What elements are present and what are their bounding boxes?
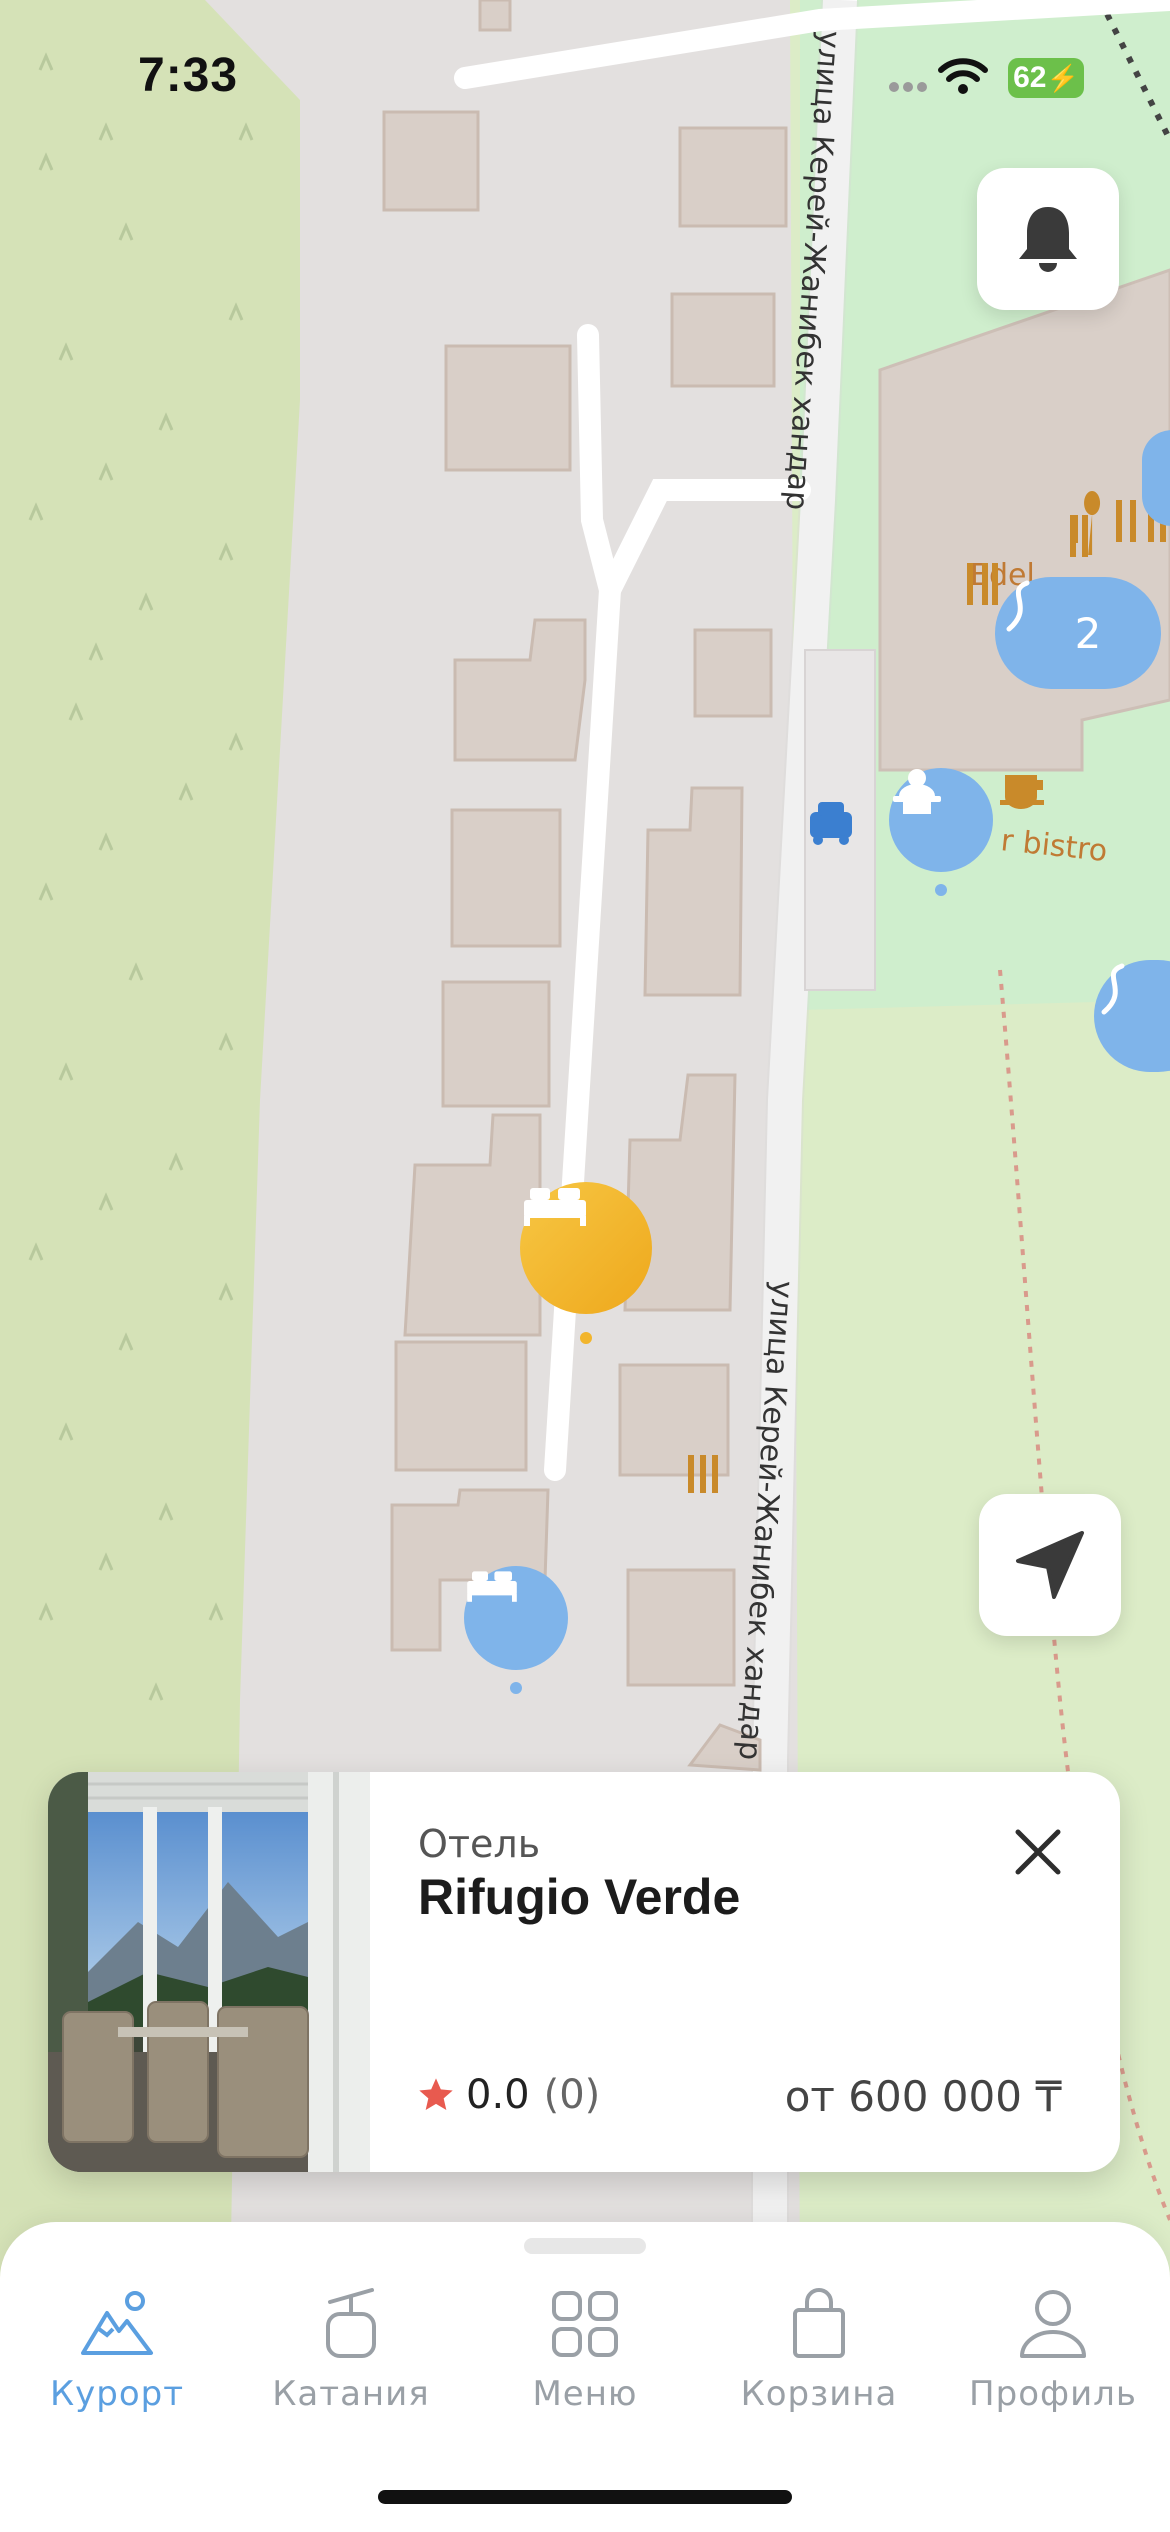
- cable-car-icon: [326, 2288, 376, 2358]
- cluster-count: 2: [1074, 608, 1102, 658]
- locate-me-button[interactable]: [979, 1494, 1121, 1636]
- tab-cart[interactable]: Корзина: [702, 2284, 936, 2414]
- hotel-price: от 600 000 ₸: [784, 2072, 1062, 2121]
- tab-label: Курорт: [49, 2374, 185, 2414]
- battery-level: 62: [1013, 61, 1047, 94]
- ski-lift-icon: [1101, 963, 1125, 1015]
- map-marker-hotel[interactable]: [464, 1566, 568, 1670]
- marker-pointer-dot: [580, 1332, 592, 1344]
- user-icon: [1020, 2290, 1086, 2358]
- grid-icon: [552, 2291, 618, 2357]
- tab-menu[interactable]: Меню: [468, 2284, 702, 2414]
- bed-icon: [467, 1571, 517, 1602]
- close-icon[interactable]: [1008, 1822, 1068, 1882]
- cellular-signal-icon: [889, 82, 927, 92]
- map-marker-restaurant[interactable]: [889, 768, 993, 872]
- tab-bar: Курорт Катания Меню Корзина Профиль: [0, 2222, 1170, 2532]
- hotel-rating: 0.0 (0): [416, 2072, 600, 2118]
- battery-indicator: 62⚡: [1008, 58, 1084, 98]
- tab-profile[interactable]: Профиль: [936, 2284, 1170, 2414]
- tab-rides[interactable]: Катания: [234, 2284, 468, 2414]
- waiter-icon: [893, 769, 941, 814]
- status-time: 7:33: [138, 49, 239, 102]
- ski-lift-icon: [1006, 580, 1030, 632]
- wifi-icon: [938, 58, 988, 94]
- map-marker-ski-partial[interactable]: [1142, 430, 1170, 526]
- hotel-name: Rifugio Verde: [418, 1869, 741, 1925]
- marker-pointer-dot: [935, 884, 947, 896]
- map-marker-cluster[interactable]: 2: [995, 577, 1161, 689]
- drag-handle[interactable]: [524, 2238, 646, 2254]
- home-indicator[interactable]: [378, 2490, 792, 2504]
- hotel-photo: [48, 1772, 370, 2172]
- navigation-arrow-icon: [1016, 1531, 1084, 1599]
- marker-pointer-dot: [510, 1682, 522, 1694]
- map-marker-hotel-selected[interactable]: [520, 1182, 652, 1314]
- bell-icon: [1019, 207, 1077, 272]
- tab-label: Корзина: [740, 2374, 898, 2414]
- bed-icon: [524, 1188, 586, 1226]
- review-count: (0): [543, 2072, 601, 2118]
- status-bar: 7:33 62⚡: [0, 0, 1170, 150]
- tab-label: Катания: [272, 2374, 430, 2414]
- tab-resort[interactable]: Курорт: [0, 2284, 234, 2414]
- notifications-button[interactable]: [977, 168, 1119, 310]
- tab-label: Профиль: [969, 2374, 1137, 2414]
- hotel-type-label: Отель: [418, 1822, 541, 1866]
- tab-label: Меню: [532, 2374, 638, 2414]
- rating-value: 0.0: [466, 2072, 530, 2118]
- shopping-bag-icon: [793, 2288, 845, 2358]
- mountain-icon: [81, 2291, 153, 2355]
- star-icon: [419, 2078, 453, 2110]
- hotel-card[interactable]: Отель Rifugio Verde 0.0 (0) от 600 000 ₸: [48, 1772, 1120, 2172]
